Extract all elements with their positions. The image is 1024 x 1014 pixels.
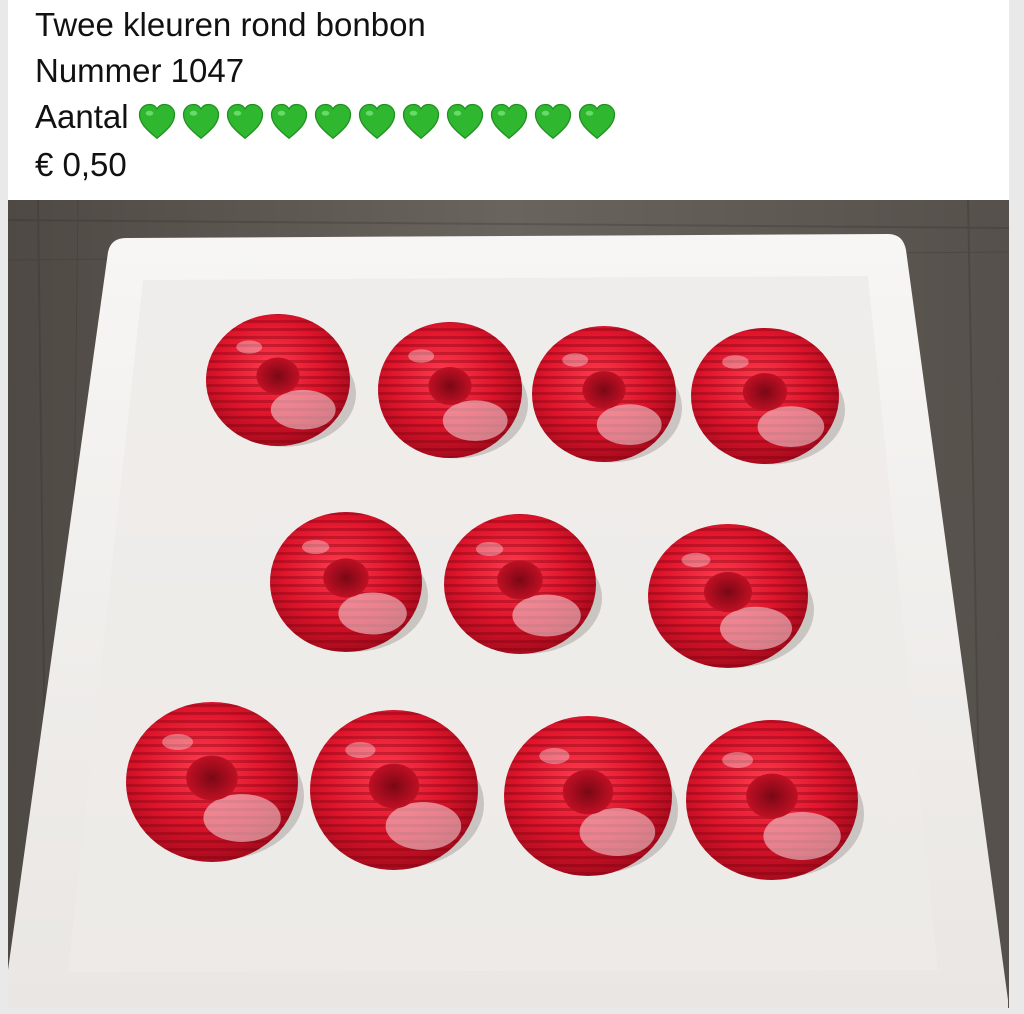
- quantity-label: Aantal: [35, 98, 129, 135]
- green-heart-icon: [402, 103, 439, 139]
- quantity-hearts: [137, 96, 621, 142]
- page: Twee kleuren rond bonbon Nummer 1047 Aan…: [0, 0, 1024, 1014]
- green-heart-icon: [270, 103, 307, 139]
- quantity-row: Aantal: [35, 94, 995, 142]
- product-photo[interactable]: [8, 200, 1009, 1008]
- green-heart-icon: [358, 103, 395, 139]
- product-number: Nummer 1047: [35, 52, 245, 89]
- product-price: € 0,50: [35, 146, 127, 184]
- green-heart-icon: [534, 103, 571, 139]
- post-caption: Twee kleuren rond bonbon Nummer 1047 Aan…: [35, 2, 995, 188]
- green-heart-icon: [182, 103, 219, 139]
- green-heart-icon: [138, 103, 175, 139]
- green-heart-icon: [226, 103, 263, 139]
- product-title: Twee kleuren rond bonbon: [35, 6, 426, 43]
- green-heart-icon: [314, 103, 351, 139]
- green-heart-icon: [446, 103, 483, 139]
- green-heart-icon: [490, 103, 527, 139]
- green-heart-icon: [578, 103, 615, 139]
- product-photo-image: [8, 200, 1009, 1008]
